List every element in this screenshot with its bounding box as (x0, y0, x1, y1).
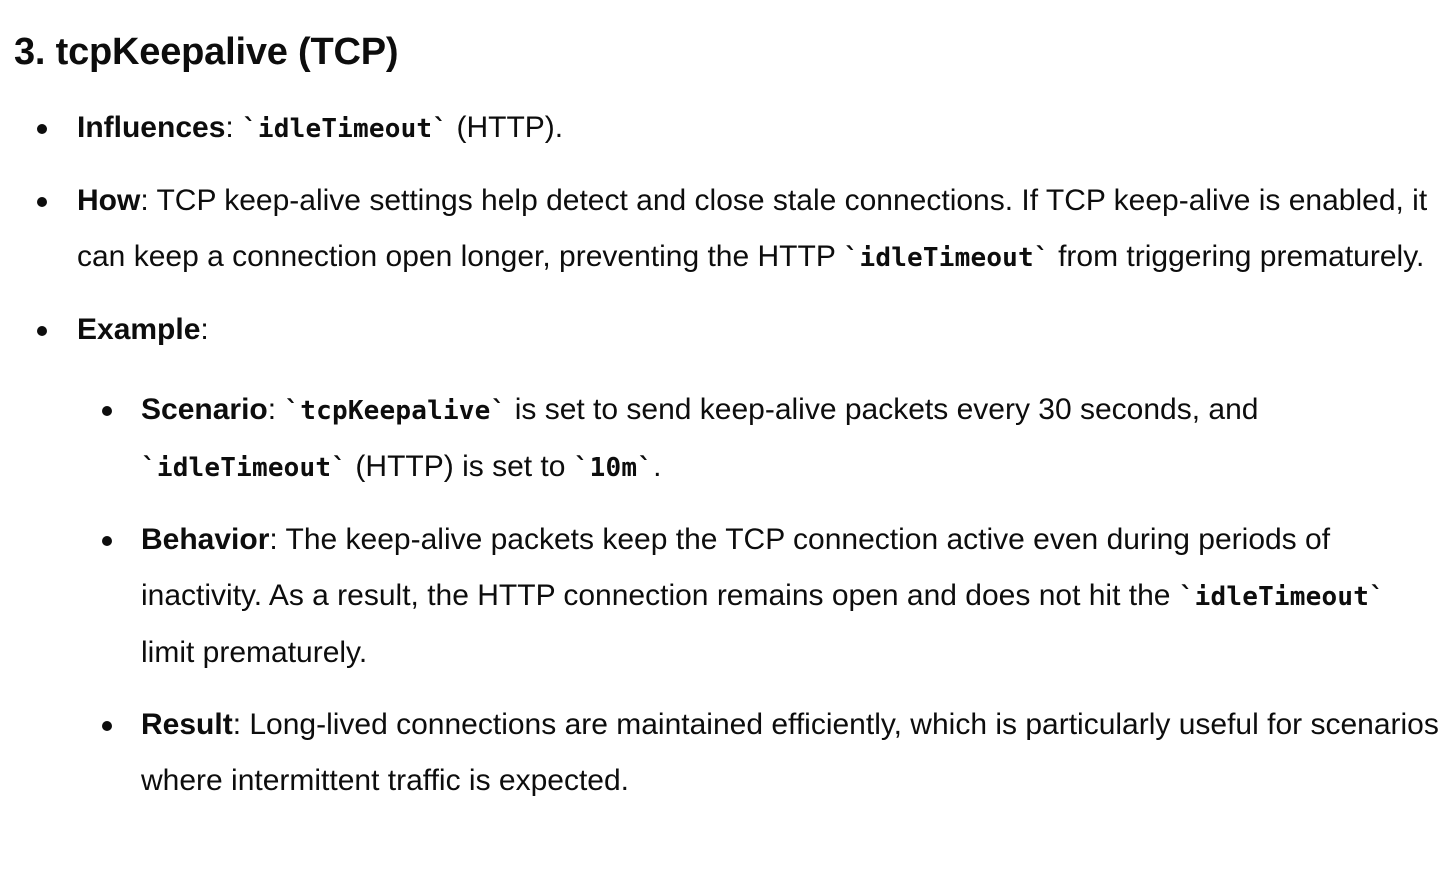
bullet-icon (37, 197, 47, 207)
list-item-result: Result: Long-lived connections are maint… (77, 697, 1440, 809)
inline-code: `idleTimeout` (843, 243, 1050, 273)
item-text: : (267, 393, 285, 426)
item-text: (HTTP). (448, 111, 564, 144)
list-item-influences: Influences: `idleTimeout` (HTTP). (0, 100, 1440, 157)
item-label: Behavior (141, 523, 270, 556)
item-text: : (225, 111, 243, 144)
sub-bullet-list: Scenario: `tcpKeepalive` is set to send … (77, 382, 1440, 809)
inline-code: `tcpKeepalive` (284, 396, 507, 426)
list-item-behavior: Behavior: The keep-alive packets keep th… (77, 512, 1440, 681)
item-text: is set to send keep-alive packets every … (506, 393, 1259, 426)
item-text: : Long-lived connections are maintained … (141, 708, 1439, 797)
item-text: : The keep-alive packets keep the TCP co… (141, 523, 1331, 612)
item-text: . (653, 450, 662, 483)
item-text: from triggering prematurely. (1049, 240, 1425, 273)
bullet-list: Influences: `idleTimeout` (HTTP). How: T… (0, 100, 1440, 825)
bullet-icon (102, 721, 112, 731)
inline-code: `idleTimeout` (242, 114, 449, 144)
bullet-icon (37, 124, 47, 134)
item-label: Influences (77, 111, 226, 144)
item-text: (HTTP) is set to (347, 450, 574, 483)
list-item-example: Example: Scenario: `tcpKeepalive` is set… (0, 302, 1440, 809)
bullet-icon (102, 406, 112, 416)
item-text: limit prematurely. (141, 636, 368, 669)
inline-code: `10m` (573, 453, 654, 483)
bullet-icon (37, 326, 47, 336)
section-heading: 3. tcpKeepalive (TCP) (14, 31, 399, 73)
item-label: Example (77, 313, 201, 346)
item-text: : (200, 313, 209, 346)
bullet-icon (102, 536, 112, 546)
item-label: Result (141, 708, 233, 741)
inline-code: `idleTimeout` (1178, 582, 1385, 612)
item-label: Scenario (141, 393, 268, 426)
item-label: How (77, 184, 141, 217)
list-item-scenario: Scenario: `tcpKeepalive` is set to send … (77, 382, 1440, 496)
inline-code: `idleTimeout` (141, 453, 348, 483)
list-item-how: How: TCP keep-alive settings help detect… (0, 173, 1440, 286)
